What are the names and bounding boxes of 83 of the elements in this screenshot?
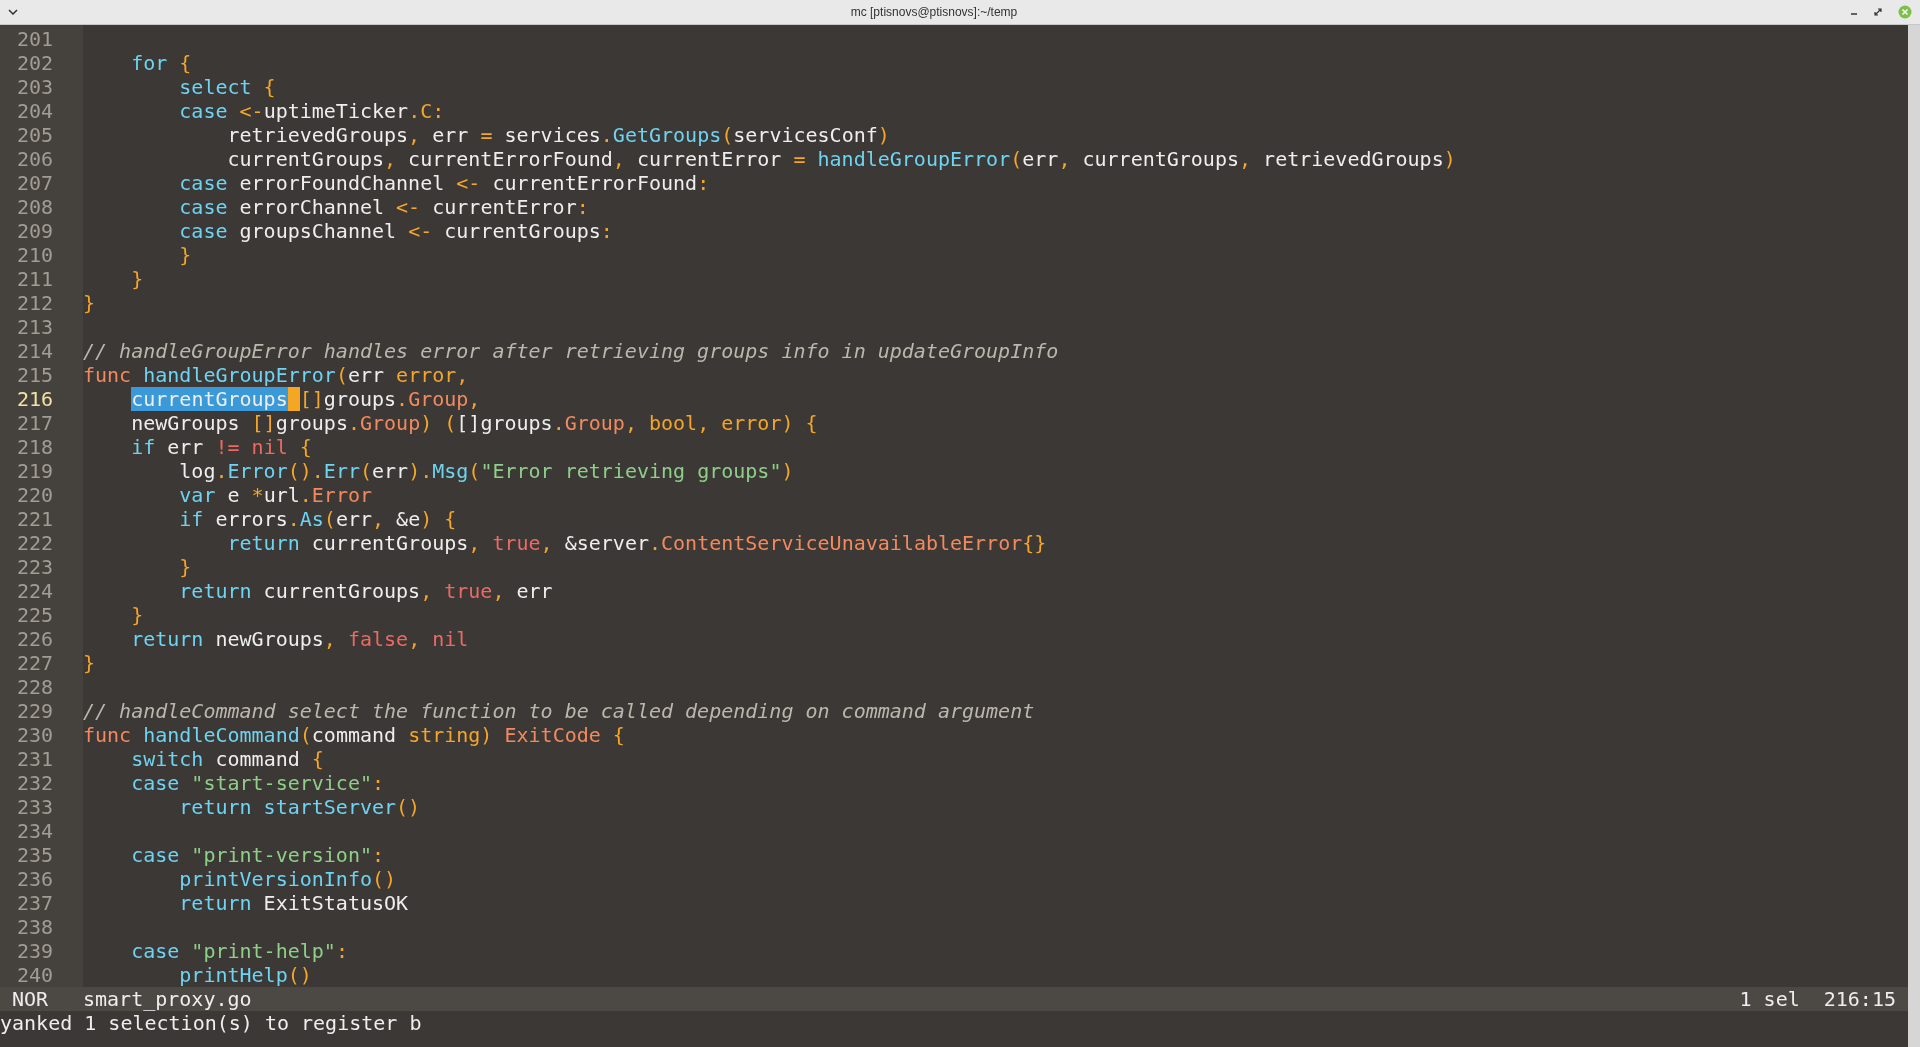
- line-number: 211: [16, 267, 53, 291]
- line-number: 220: [16, 483, 53, 507]
- code-line: func handleCommand(command string) ExitCode {: [83, 723, 625, 747]
- code-line: if errors.As(err, &e) {: [178, 507, 457, 531]
- line-number: 210: [16, 243, 53, 267]
- line-number: 224: [16, 579, 53, 603]
- code-line: case errorChannel <- currentError:: [178, 195, 589, 219]
- line-number: 221: [16, 507, 53, 531]
- line-number: 235: [16, 843, 53, 867]
- line-number: 206: [16, 147, 53, 171]
- line-number: 228: [16, 675, 53, 699]
- code-line: newGroups []groups.Group) ([]groups.Group, bool, error) {: [130, 411, 818, 435]
- restore-icon[interactable]: [1874, 8, 1882, 16]
- code-line: printVersionInfo(): [178, 867, 397, 891]
- code-line: // handleGroupError handles error after retrieving groups info in updateGroupInfo: [83, 339, 1059, 363]
- code-line: return currentGroups, true, err: [178, 579, 553, 603]
- line-number: 223: [16, 555, 53, 579]
- line-number: 226: [16, 627, 53, 651]
- cursor-position: 216:15: [1823, 987, 1896, 1011]
- line-number: 207: [16, 171, 53, 195]
- code-line: printHelp(): [178, 963, 312, 987]
- line-number: 213: [16, 315, 53, 339]
- code-line: switch command {: [130, 747, 324, 771]
- status-message: yanked 1 selection(s) to register b: [0, 1011, 422, 1035]
- code-line: select {: [178, 75, 276, 99]
- code-line: for {: [130, 51, 192, 75]
- code-line: if err != nil {: [130, 435, 312, 459]
- chevron-down-icon[interactable]: [8, 9, 18, 15]
- line-number: 237: [16, 891, 53, 915]
- code-line: case "start-service":: [130, 771, 385, 795]
- line-number: 238: [16, 915, 53, 939]
- line-number: 227: [16, 651, 53, 675]
- line-number: 214: [16, 339, 53, 363]
- line-number: 234: [16, 819, 53, 843]
- mode-indicator: NOR: [11, 987, 50, 1011]
- line-number: 231: [16, 747, 53, 771]
- code-line: // handleCommand select the function to be called depending on command argument: [83, 699, 1035, 723]
- line-number: 205: [16, 123, 53, 147]
- code-line: }: [178, 555, 192, 579]
- line-number: 215: [16, 363, 53, 387]
- code-line: currentGroups, currentErrorFound, currentError = handleGroupError(err, currentGroups, retrievedGroups): [226, 147, 1456, 171]
- line-number: 219: [16, 459, 53, 483]
- line-number: 216: [16, 387, 53, 411]
- code-line: case "print-version":: [130, 843, 385, 867]
- code-line: }: [83, 651, 96, 675]
- code-line: }: [83, 291, 96, 315]
- code-line: }: [130, 267, 144, 291]
- line-number: 217: [16, 411, 53, 435]
- line-number: 202: [16, 51, 53, 75]
- code-line: case <-uptimeTicker.C:: [178, 99, 445, 123]
- code-line: }: [178, 243, 192, 267]
- line-number: 222: [16, 531, 53, 555]
- code-line: log.Error().Err(err).Msg("Error retrieving groups"): [178, 459, 794, 483]
- line-number: 240: [16, 963, 53, 987]
- code-line: case "print-help":: [130, 939, 348, 963]
- code-line: case groupsChannel <- currentGroups:: [178, 219, 613, 243]
- code-line: case errorFoundChannel <- currentErrorFound:: [178, 171, 710, 195]
- line-number: 201: [16, 27, 53, 51]
- file-name: smart_proxy.go: [83, 987, 253, 1011]
- line-number: 212: [16, 291, 53, 315]
- code-line: return currentGroups, true, &server.ContentServiceUnavailableError{}: [226, 531, 1047, 555]
- code-line: }: [130, 603, 144, 627]
- code-line: var e *url.Error: [178, 483, 372, 507]
- code-line: return newGroups, false, nil: [130, 627, 469, 651]
- code-line: currentGroups []groups.Group,: [130, 387, 481, 411]
- code-line: retrievedGroups, err = services.GetGroups(servicesConf): [226, 123, 890, 147]
- line-number: 232: [16, 771, 53, 795]
- line-number: 229: [16, 699, 53, 723]
- selection-count: 1 sel: [1739, 987, 1800, 1011]
- line-number: 239: [16, 939, 53, 963]
- code-line: return startServer(): [178, 795, 421, 819]
- window-title: mc [ptisnovs@ptisnovs]:~/temp: [850, 4, 1018, 21]
- line-number: 204: [16, 99, 53, 123]
- code-line: return ExitStatusOK: [178, 891, 409, 915]
- line-number: 236: [16, 867, 53, 891]
- line-number: 233: [16, 795, 53, 819]
- line-number: 203: [16, 75, 53, 99]
- line-number: 225: [16, 603, 53, 627]
- line-number: 218: [16, 435, 53, 459]
- code-line: func handleGroupError(err error,: [83, 363, 469, 387]
- line-number: 208: [16, 195, 53, 219]
- line-number: 209: [16, 219, 53, 243]
- line-number: 230: [16, 723, 53, 747]
